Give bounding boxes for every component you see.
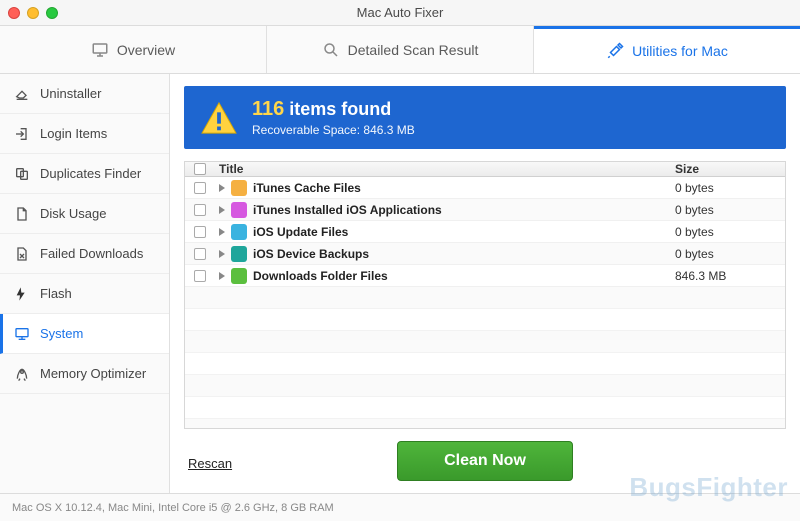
window-title: Mac Auto Fixer xyxy=(0,5,800,20)
tab-overview-label: Overview xyxy=(117,42,175,58)
tab-overview[interactable]: Overview xyxy=(0,26,267,73)
table-row[interactable]: iOS Device Backups 0 bytes xyxy=(185,243,785,265)
row-title: Downloads Folder Files xyxy=(253,269,388,283)
row-title: iOS Device Backups xyxy=(253,247,369,261)
table-row[interactable]: iTunes Cache Files 0 bytes xyxy=(185,177,785,199)
row-title: iTunes Installed iOS Applications xyxy=(253,203,442,217)
summary-sub: Recoverable Space: 846.3 MB xyxy=(252,123,415,137)
results-table: Title Size iTunes Cache Files0 bytesiTun… xyxy=(184,161,786,429)
sidebar-item-label: Failed Downloads xyxy=(40,246,143,261)
table-row[interactable]: iOS Update Files 0 bytes xyxy=(185,221,785,243)
summary-count: 116 xyxy=(252,98,284,120)
duplicates-icon xyxy=(14,166,30,182)
row-checkbox[interactable] xyxy=(194,248,206,260)
failed-download-icon xyxy=(14,246,30,262)
status-text: Mac OS X 10.12.4, Mac Mini, Intel Core i… xyxy=(12,502,334,514)
row-size: 0 bytes xyxy=(675,181,785,195)
table-row-empty xyxy=(185,309,785,331)
row-checkbox[interactable] xyxy=(194,204,206,216)
summary-sub-prefix: Recoverable Space: xyxy=(252,123,363,137)
sidebar-item-label: Duplicates Finder xyxy=(40,166,141,181)
column-size-header[interactable]: Size xyxy=(675,162,785,176)
row-title: iOS Update Files xyxy=(253,225,348,239)
category-icon xyxy=(231,268,247,284)
row-size: 846.3 MB xyxy=(675,269,785,283)
row-checkbox[interactable] xyxy=(194,270,206,282)
row-title: iTunes Cache Files xyxy=(253,181,361,195)
table-body: iTunes Cache Files0 bytesiTunes Installe… xyxy=(185,177,785,429)
disclosure-triangle-icon[interactable] xyxy=(219,250,225,258)
disclosure-triangle-icon[interactable] xyxy=(219,228,225,236)
row-checkbox[interactable] xyxy=(194,182,206,194)
table-header: Title Size xyxy=(185,162,785,177)
sidebar-item-system[interactable]: System xyxy=(0,314,169,354)
tab-detailed-scan[interactable]: Detailed Scan Result xyxy=(267,26,534,73)
row-checkbox[interactable] xyxy=(194,226,206,238)
table-row[interactable]: Downloads Folder Files 846.3 MB xyxy=(185,265,785,287)
document-icon xyxy=(14,206,30,222)
sidebar-item-duplicates[interactable]: Duplicates Finder xyxy=(0,154,169,194)
category-icon xyxy=(231,180,247,196)
sidebar-item-uninstaller[interactable]: Uninstaller xyxy=(0,74,169,114)
disclosure-triangle-icon[interactable] xyxy=(219,272,225,280)
main: Uninstaller Login Items Duplicates Finde… xyxy=(0,74,800,493)
table-row-empty xyxy=(185,331,785,353)
table-row-empty xyxy=(185,397,785,419)
category-icon xyxy=(231,202,247,218)
table-row-empty xyxy=(185,287,785,309)
summary-count-line: 116 items found xyxy=(252,98,415,121)
sidebar-item-label: Uninstaller xyxy=(40,86,101,101)
monitor-icon xyxy=(91,41,109,59)
sidebar: Uninstaller Login Items Duplicates Finde… xyxy=(0,74,170,493)
row-size: 0 bytes xyxy=(675,203,785,217)
sidebar-item-label: System xyxy=(40,326,83,341)
tab-utilities-label: Utilities for Mac xyxy=(632,43,728,59)
row-size: 0 bytes xyxy=(675,225,785,239)
disclosure-triangle-icon[interactable] xyxy=(219,206,225,214)
summary-sub-value: 846.3 MB xyxy=(363,123,414,137)
eraser-icon xyxy=(14,86,30,102)
tab-detailed-label: Detailed Scan Result xyxy=(348,42,479,58)
clean-now-button[interactable]: Clean Now xyxy=(397,441,573,481)
sidebar-item-disk-usage[interactable]: Disk Usage xyxy=(0,194,169,234)
system-icon xyxy=(14,326,30,342)
sidebar-item-label: Flash xyxy=(40,286,72,301)
sidebar-item-failed-downloads[interactable]: Failed Downloads xyxy=(0,234,169,274)
table-row-empty xyxy=(185,375,785,397)
select-all-checkbox[interactable] xyxy=(194,163,206,175)
disclosure-triangle-icon[interactable] xyxy=(219,184,225,192)
category-icon xyxy=(231,246,247,262)
table-row[interactable]: iTunes Installed iOS Applications 0 bytes xyxy=(185,199,785,221)
rocket-icon xyxy=(14,366,30,382)
warning-icon xyxy=(200,101,238,135)
statusbar: Mac OS X 10.12.4, Mac Mini, Intel Core i… xyxy=(0,493,800,521)
login-icon xyxy=(14,126,30,142)
table-row-empty xyxy=(185,353,785,375)
rescan-link[interactable]: Rescan xyxy=(188,456,232,471)
column-title-header[interactable]: Title xyxy=(215,162,675,176)
row-size: 0 bytes xyxy=(675,247,785,261)
sidebar-item-login-items[interactable]: Login Items xyxy=(0,114,169,154)
sidebar-item-label: Memory Optimizer xyxy=(40,366,146,381)
flash-icon xyxy=(14,286,30,302)
summary-banner: 116 items found Recoverable Space: 846.3… xyxy=(184,86,786,149)
sidebar-item-memory-optimizer[interactable]: Memory Optimizer xyxy=(0,354,169,394)
category-icon xyxy=(231,224,247,240)
summary-text: 116 items found Recoverable Space: 846.3… xyxy=(252,98,415,137)
content-area: 116 items found Recoverable Space: 846.3… xyxy=(170,74,800,493)
summary-count-suffix: items found xyxy=(289,99,391,119)
search-icon xyxy=(322,41,340,59)
sidebar-item-label: Disk Usage xyxy=(40,206,106,221)
sidebar-item-label: Login Items xyxy=(40,126,107,141)
table-row-empty xyxy=(185,419,785,429)
titlebar: Mac Auto Fixer xyxy=(0,0,800,26)
tab-utilities[interactable]: Utilities for Mac xyxy=(534,26,800,73)
actions-bar: Rescan Clean Now xyxy=(184,429,786,485)
tools-icon xyxy=(606,42,624,60)
sidebar-item-flash[interactable]: Flash xyxy=(0,274,169,314)
top-tabs: Overview Detailed Scan Result Utilities … xyxy=(0,26,800,74)
